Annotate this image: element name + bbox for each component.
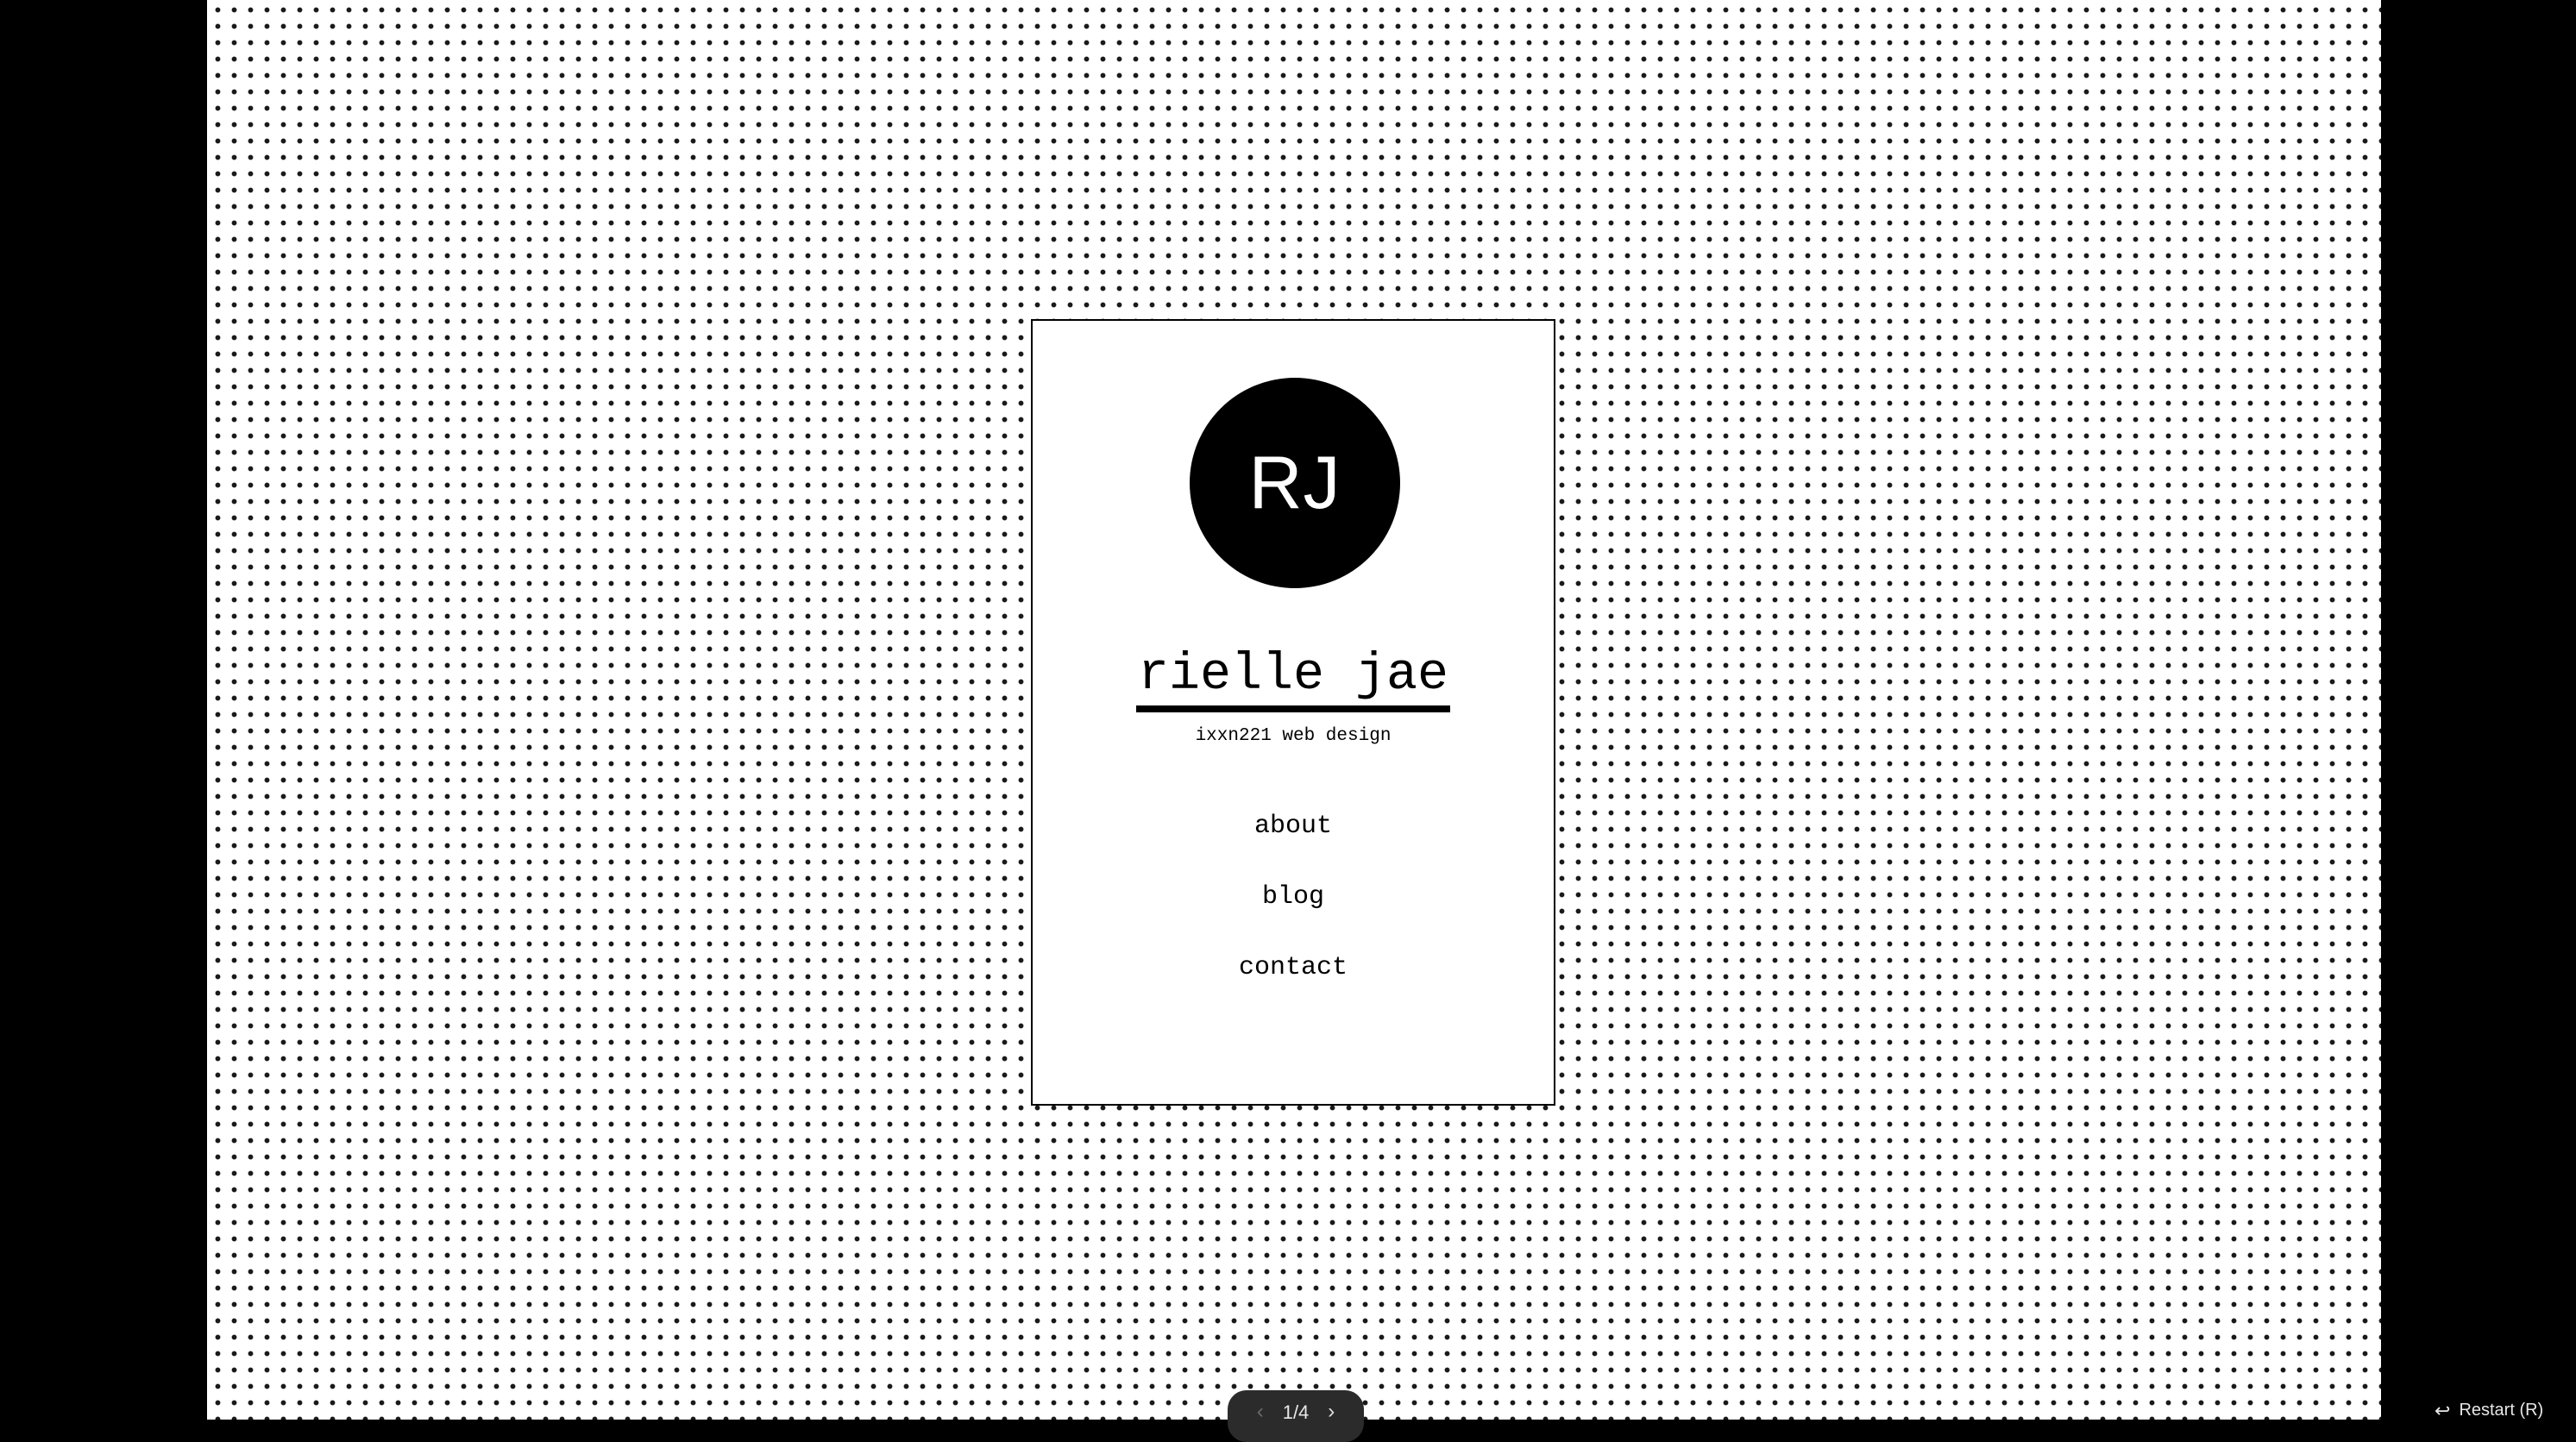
restart-label: Restart (R) <box>2459 1401 2544 1420</box>
page-indicator: 1/4 <box>1282 1401 1310 1423</box>
restart-icon: ↩ <box>2435 1399 2451 1421</box>
chevron-right-icon[interactable]: › <box>1328 1401 1335 1422</box>
nav-link-about[interactable]: about <box>1254 812 1332 841</box>
slide-pager: ‹ 1/4 › <box>1228 1390 1364 1442</box>
nav-item-about: about <box>1033 811 1554 881</box>
nav-link-blog[interactable]: blog <box>1262 882 1324 912</box>
site-subtitle: ixxn221 web design <box>1195 726 1392 746</box>
chevron-left-icon[interactable]: ‹ <box>1257 1401 1264 1422</box>
profile-card: RJ rielle jae ixxn221 web design about b… <box>1031 319 1555 1106</box>
avatar: RJ <box>1190 378 1400 588</box>
nav-item-contact: contact <box>1033 952 1554 1023</box>
page-title: rielle jae <box>1033 645 1554 712</box>
main-nav: about blog contact <box>1033 811 1554 1023</box>
nav-item-blog: blog <box>1033 881 1554 952</box>
nav-link-contact[interactable]: contact <box>1239 953 1348 982</box>
site-title-text: rielle jae <box>1135 645 1451 712</box>
avatar-initials: RJ <box>1248 442 1341 524</box>
restart-button[interactable]: ↩ Restart (R) <box>2435 1401 2543 1420</box>
dotted-background-page: RJ rielle jae ixxn221 web design about b… <box>207 0 2381 1420</box>
